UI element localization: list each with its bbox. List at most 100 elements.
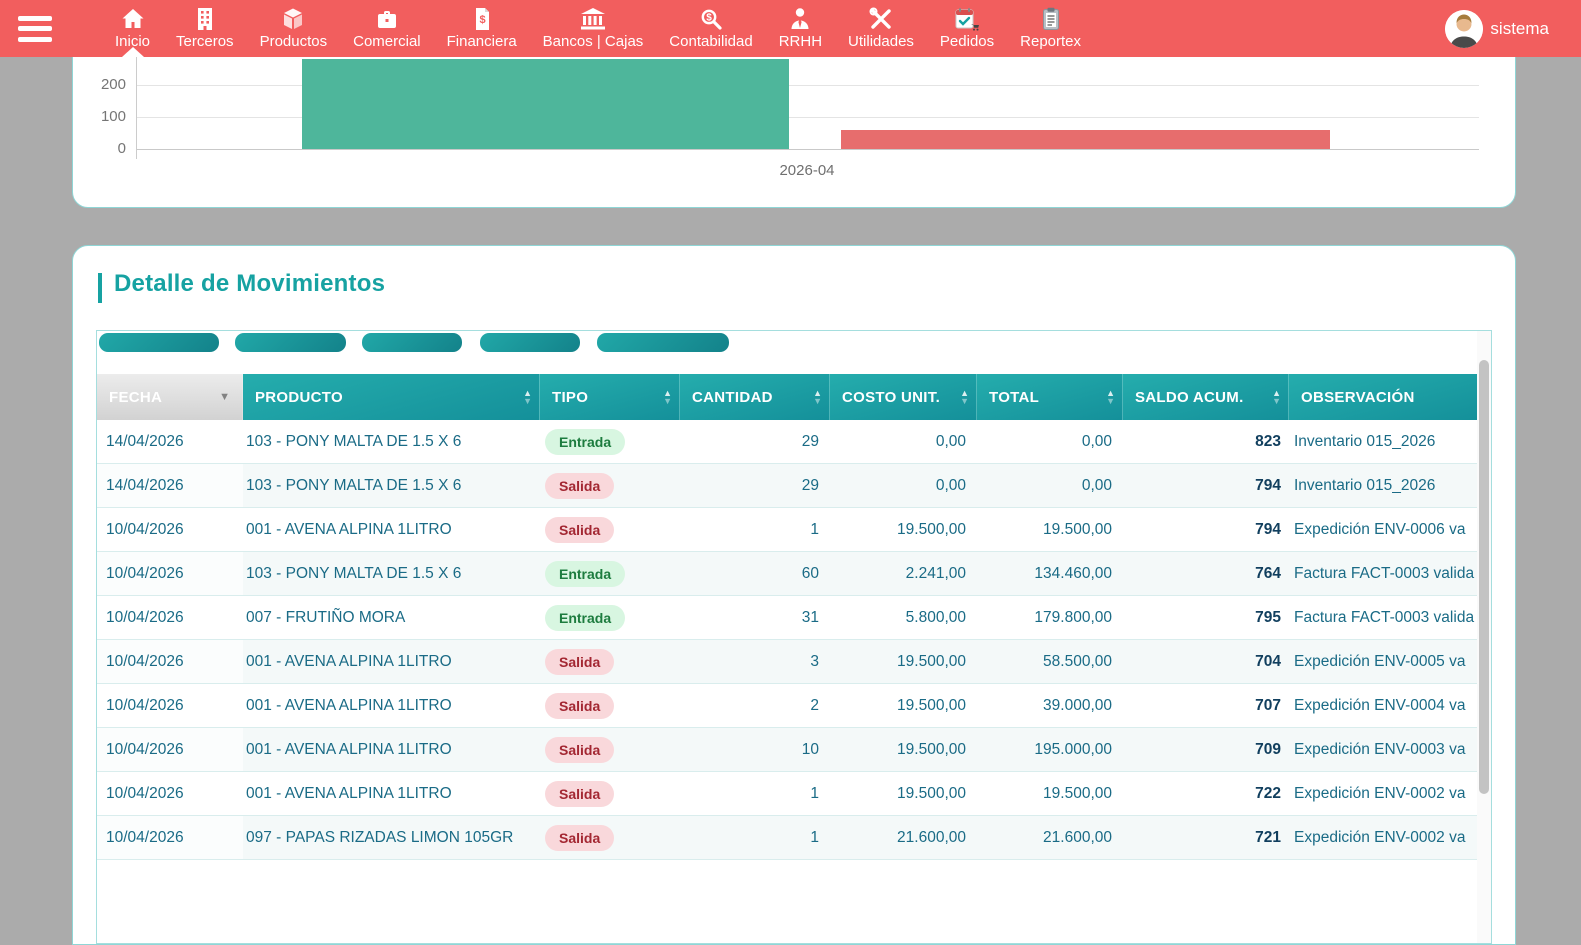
cell-tipo: Salida	[540, 464, 680, 507]
cell-saldo-acum: 795	[1123, 596, 1289, 639]
cell-fecha: 10/04/2026	[97, 596, 243, 639]
cell-total: 0,00	[977, 464, 1123, 507]
chart-y-axis	[136, 51, 137, 159]
cell-cantidad: 1	[680, 508, 830, 551]
cell-saldo-acum: 764	[1123, 552, 1289, 595]
menu-icon[interactable]	[18, 16, 52, 42]
cell-costo-unit: 19.500,00	[830, 728, 977, 771]
chart-bar-series_red[interactable]	[841, 130, 1330, 149]
cell-total: 179.800,00	[977, 596, 1123, 639]
cell-producto: 001 - AVENA ALPINA 1LITRO	[243, 728, 540, 771]
column-header-label: TIPO	[540, 389, 588, 406]
tipo-badge: Salida	[545, 693, 614, 719]
cell-costo-unit: 0,00	[830, 464, 977, 507]
briefcase-icon	[375, 5, 399, 32]
cell-cantidad: 1	[680, 772, 830, 815]
nav-item-bancos-cajas[interactable]: Bancos | Cajas	[530, 0, 657, 57]
export-buttons-row	[97, 333, 1491, 355]
table-row[interactable]: 14/04/2026103 - PONY MALTA DE 1.5 X 6Sal…	[97, 464, 1479, 508]
cell-costo-unit: 21.600,00	[830, 816, 977, 859]
table-row[interactable]: 10/04/2026001 - AVENA ALPINA 1LITROSalid…	[97, 640, 1479, 684]
cell-saldo-acum: 794	[1123, 464, 1289, 507]
cell-total: 195.000,00	[977, 728, 1123, 771]
export-button-2[interactable]	[235, 333, 346, 352]
sort-carets-icon: ▲▼	[813, 389, 822, 405]
sort-carets-icon: ▲▼	[1106, 389, 1115, 405]
cell-producto: 103 - PONY MALTA DE 1.5 X 6	[243, 552, 540, 595]
cell-observacion: Expedición ENV-0004 va	[1289, 684, 1479, 727]
column-header-fecha[interactable]: FECHA▼	[97, 374, 243, 420]
table-row[interactable]: 14/04/2026103 - PONY MALTA DE 1.5 X 6Ent…	[97, 420, 1479, 464]
movements-card: Detalle de Movimientos FECHA▼PRODUCTO▲▼T…	[72, 245, 1516, 945]
user-menu[interactable]: sistema	[1445, 10, 1549, 48]
export-button-4[interactable]	[480, 333, 580, 352]
table-scrollbar-track[interactable]	[1477, 331, 1491, 944]
column-header-observación[interactable]: OBSERVACIÓN	[1289, 374, 1479, 420]
nav-item-reportex[interactable]: Reportex	[1007, 0, 1094, 57]
building-icon	[195, 5, 215, 32]
table-scrollbar-thumb[interactable]	[1479, 360, 1489, 794]
cell-total: 58.500,00	[977, 640, 1123, 683]
nav-item-terceros[interactable]: Terceros	[163, 0, 247, 57]
sort-carets-icon: ▲▼	[960, 389, 969, 405]
nav-item-financiera[interactable]: $ Financiera	[434, 0, 530, 57]
sort-carets-icon: ▲▼	[523, 389, 532, 405]
table-row[interactable]: 10/04/2026001 - AVENA ALPINA 1LITROSalid…	[97, 684, 1479, 728]
column-header-saldo-acum-[interactable]: SALDO ACUM.▲▼	[1123, 374, 1289, 420]
bank-icon	[580, 5, 606, 32]
export-button-3[interactable]	[362, 333, 462, 352]
user-avatar	[1445, 10, 1483, 48]
cell-total: 134.460,00	[977, 552, 1123, 595]
table-row[interactable]: 10/04/2026001 - AVENA ALPINA 1LITROSalid…	[97, 508, 1479, 552]
chart-x-tick-label: 2026-04	[757, 162, 857, 179]
chart-y-tick-label: 100	[84, 108, 126, 125]
column-header-label: SALDO ACUM.	[1123, 389, 1244, 406]
cell-producto: 007 - FRUTIÑO MORA	[243, 596, 540, 639]
nav-item-comercial[interactable]: Comercial	[340, 0, 434, 57]
table-row[interactable]: 10/04/2026007 - FRUTIÑO MORAEntrada315.8…	[97, 596, 1479, 640]
cell-costo-unit: 19.500,00	[830, 508, 977, 551]
column-header-total[interactable]: TOTAL ▲▼	[977, 374, 1123, 420]
cell-costo-unit: 2.241,00	[830, 552, 977, 595]
username-label: sistema	[1490, 19, 1549, 39]
nav-item-pedidos[interactable]: Pedidos	[927, 0, 1007, 57]
table-header-row: FECHA▼PRODUCTO▲▼TIPO▲▼CANTIDAD▲▼COSTO UN…	[97, 374, 1479, 420]
cell-observacion: Expedición ENV-0002 va	[1289, 816, 1479, 859]
table-row[interactable]: 10/04/2026103 - PONY MALTA DE 1.5 X 6Ent…	[97, 552, 1479, 596]
table-row[interactable]: 10/04/2026001 - AVENA ALPINA 1LITROSalid…	[97, 728, 1479, 772]
export-button-1[interactable]	[99, 333, 219, 352]
nav-item-inicio[interactable]: Inicio	[102, 0, 163, 57]
cube-icon	[281, 5, 305, 32]
nav-item-utilidades[interactable]: Utilidades	[835, 0, 927, 57]
nav-item-contabilidad[interactable]: $ Contabilidad	[656, 0, 765, 57]
column-header-label: PRODUCTO	[243, 389, 343, 406]
svg-text:$: $	[706, 12, 712, 23]
cell-tipo: Entrada	[540, 420, 680, 463]
tipo-badge: Salida	[545, 649, 614, 675]
table-row[interactable]: 10/04/2026001 - AVENA ALPINA 1LITROSalid…	[97, 772, 1479, 816]
tipo-badge: Salida	[545, 825, 614, 851]
sort-desc-icon: ▼	[1272, 397, 1281, 405]
chart-bar-series_green[interactable]	[302, 59, 789, 149]
column-header-costo-unit-[interactable]: COSTO UNIT.▲▼	[830, 374, 977, 420]
cell-fecha: 14/04/2026	[97, 464, 243, 507]
cell-costo-unit: 19.500,00	[830, 772, 977, 815]
sort-desc-icon: ▼	[523, 397, 532, 405]
column-header-label: TOTAL	[977, 389, 1039, 406]
cell-tipo: Salida	[540, 728, 680, 771]
export-button-5[interactable]	[597, 333, 729, 352]
nav-item-rrhh[interactable]: RRHH	[766, 0, 835, 57]
column-header-tipo[interactable]: TIPO▲▼	[540, 374, 680, 420]
cell-cantidad: 29	[680, 420, 830, 463]
cell-fecha: 10/04/2026	[97, 816, 243, 859]
tipo-badge: Salida	[545, 473, 614, 499]
column-header-producto[interactable]: PRODUCTO ▲▼	[243, 374, 540, 420]
nav-item-productos[interactable]: Productos	[247, 0, 341, 57]
cell-producto: 103 - PONY MALTA DE 1.5 X 6	[243, 464, 540, 507]
clipboard-icon	[1041, 5, 1061, 32]
chart-gridline	[136, 149, 1479, 150]
column-header-cantidad[interactable]: CANTIDAD▲▼	[680, 374, 830, 420]
table-row[interactable]: 10/04/2026097 - PAPAS RIZADAS LIMON 105G…	[97, 816, 1479, 860]
movements-table: FECHA▼PRODUCTO▲▼TIPO▲▼CANTIDAD▲▼COSTO UN…	[96, 330, 1492, 944]
cell-saldo-acum: 721	[1123, 816, 1289, 859]
